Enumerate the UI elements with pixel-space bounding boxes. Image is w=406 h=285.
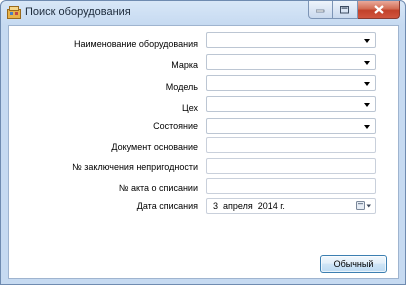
minimize-button[interactable] [308, 1, 333, 19]
label-equipment-name: Наименование оборудования [74, 39, 198, 49]
chevron-down-icon[interactable] [364, 61, 370, 65]
maximize-icon [340, 5, 349, 13]
label-brand: Марка [171, 60, 198, 70]
label-workshop: Цех [182, 103, 198, 113]
minimize-icon [316, 9, 325, 12]
chevron-down-icon[interactable] [364, 39, 370, 43]
chevron-down-icon[interactable] [364, 82, 370, 86]
model-combobox[interactable] [206, 75, 376, 91]
label-base-document: Документ основание [111, 142, 198, 152]
normal-button[interactable]: Обычный [320, 255, 387, 273]
close-button[interactable] [358, 1, 400, 19]
state-combobox[interactable] [206, 118, 376, 134]
window-title: Поиск оборудования [25, 6, 131, 18]
dialog-window: Поиск оборудования Наименование оборудов… [0, 0, 406, 285]
base-document-input[interactable] [206, 137, 376, 153]
caption-buttons [308, 1, 400, 19]
write-off-date-picker[interactable]: 3 апреля 2014 г. [206, 198, 376, 214]
label-write-off-date: Дата списания [136, 201, 198, 211]
label-unfitness-conclusion-no: № заключения непригодности [72, 162, 198, 172]
chevron-down-icon[interactable] [364, 103, 370, 107]
workshop-combobox[interactable] [206, 96, 376, 112]
form-panel: Наименование оборудования Марка Модель Ц… [8, 25, 399, 279]
equipment-name-combobox[interactable] [206, 32, 376, 48]
title-bar[interactable]: Поиск оборудования [1, 1, 405, 25]
label-model: Модель [165, 82, 198, 92]
maximize-button[interactable] [333, 1, 358, 19]
close-icon [373, 5, 384, 14]
app-icon [7, 6, 21, 19]
write-off-act-input[interactable] [206, 178, 376, 194]
chevron-down-icon[interactable] [364, 125, 370, 129]
date-value[interactable]: 3 апреля 2014 г. [213, 201, 285, 211]
label-write-off-act-no: № акта о списании [118, 183, 198, 193]
unfitness-conclusion-input[interactable] [206, 158, 376, 174]
brand-combobox[interactable] [206, 54, 376, 70]
calendar-icon[interactable] [356, 201, 372, 211]
label-state: Состояние [153, 121, 198, 131]
